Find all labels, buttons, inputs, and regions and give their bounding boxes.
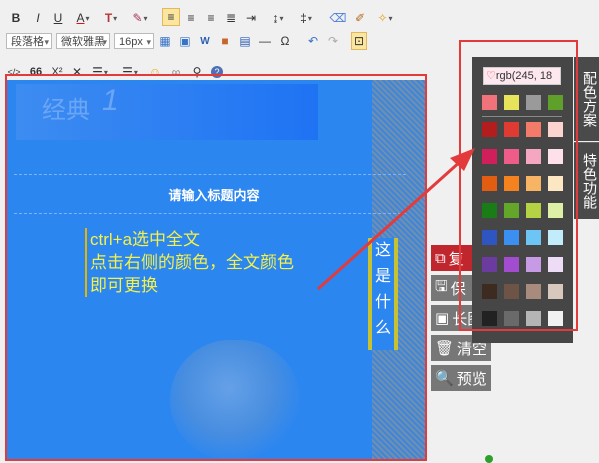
- arrow-line: [316, 158, 464, 291]
- status-dot: [485, 455, 493, 463]
- annotation-arrow: [316, 148, 475, 291]
